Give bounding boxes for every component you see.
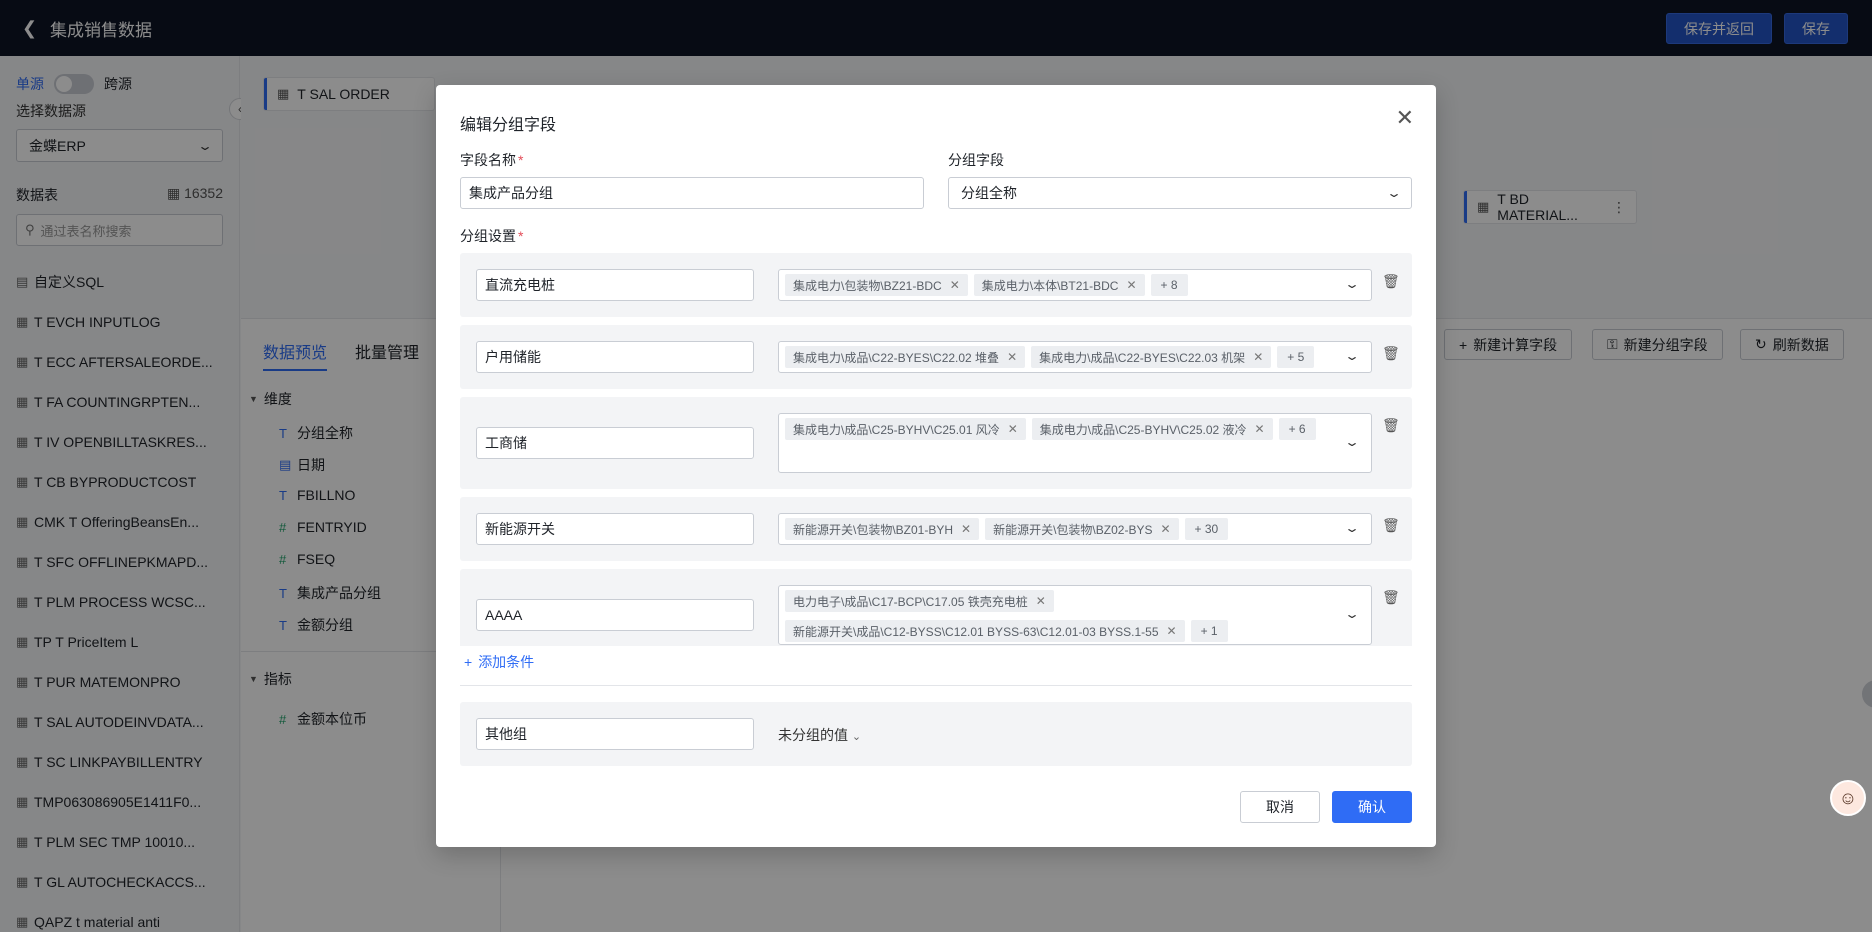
trash-icon[interactable]: 🗑 <box>1382 417 1400 434</box>
remove-tag-icon[interactable]: ✕ <box>1008 422 1018 436</box>
group-name-input[interactable]: 户用储能 <box>476 341 754 373</box>
tag-label: 集成电力\成品\C25-BYHV\C25.02 液冷 <box>1039 422 1247 437</box>
value-tag: 新能源开关\包装物\BZ02-BYS ✕ <box>985 518 1179 540</box>
chevron-down-icon: ⌄ <box>1343 435 1361 449</box>
group-row: 新能源开关 新能源开关\包装物\BZ01-BYH ✕ 新能源开关\包装物\BZ02… <box>460 497 1412 561</box>
cancel-button[interactable]: 取消 <box>1240 791 1320 823</box>
group-settings-label: 分组设置 * <box>460 226 523 246</box>
label-text: 分组设置 <box>460 228 516 244</box>
value-tag: 电力电子\成品\C17-BCP\C17.05 铁壳充电桩 ✕ <box>785 590 1054 612</box>
remove-tag-icon[interactable]: ✕ <box>1007 350 1017 364</box>
other-group-row: 其他组 未分组的值 ⌄ <box>460 702 1412 766</box>
tag-label: 集成电力\本体\BT21-BDC <box>981 278 1119 293</box>
required-mark: * <box>518 228 524 244</box>
group-row: 直流充电桩 集成电力\包装物\BZ21-BDC ✕ 集成电力\本体\BT21-BD… <box>460 253 1412 317</box>
trash-icon[interactable]: 🗑 <box>1382 589 1400 606</box>
tag-label: 新能源开关\包装物\BZ01-BYH <box>793 522 954 537</box>
group-values-select[interactable]: 新能源开关\包装物\BZ01-BYH ✕ 新能源开关\包装物\BZ02-BYS ✕ … <box>778 513 1372 545</box>
value-tag: 集成电力\包装物\BZ21-BDC ✕ <box>785 274 968 296</box>
remove-tag-icon[interactable]: ✕ <box>1036 594 1046 608</box>
plus-icon: + <box>464 654 473 670</box>
group-settings-list: 直流充电桩 集成电力\包装物\BZ21-BDC ✕ 集成电力\本体\BT21-BD… <box>460 253 1412 646</box>
divider <box>460 685 1412 686</box>
more-tags-badge[interactable]: + 30 <box>1184 518 1229 540</box>
edit-group-field-dialog: 编辑分组字段 ✕ 字段名称 * 集成产品分组 分组字段 分组全称 ⌄ 分组设置 * … <box>436 85 1436 847</box>
other-group-name-input[interactable]: 其他组 <box>476 718 754 750</box>
group-name-input[interactable]: 新能源开关 <box>476 513 754 545</box>
chevron-down-icon: ⌄ <box>1343 349 1361 363</box>
tag-label: 新能源开关\包装物\BZ02-BYS <box>993 522 1153 537</box>
dialog-title: 编辑分组字段 <box>460 117 557 134</box>
group-name-input[interactable]: 直流充电桩 <box>476 269 754 301</box>
chevron-down-icon: ⌄ <box>1343 277 1361 291</box>
value-tag: 集成电力\成品\C25-BYHV\C25.01 风冷 ✕ <box>785 418 1026 440</box>
chevron-down-icon: ⌄ <box>1343 607 1361 621</box>
assistant-avatar[interactable]: ☺ <box>1830 780 1866 816</box>
group-field-select[interactable]: 分组全称 ⌄ <box>948 177 1412 209</box>
value-tag: 集成电力\本体\BT21-BDC ✕ <box>973 274 1145 296</box>
tag-label: 集成电力\成品\C22-BYES\C22.02 堆叠 <box>793 350 1000 365</box>
trash-icon[interactable]: 🗑 <box>1382 345 1400 362</box>
group-field-label: 分组字段 <box>948 152 1004 168</box>
more-tags-badge[interactable]: + 8 <box>1150 274 1188 296</box>
more-tags-badge[interactable]: + 6 <box>1278 418 1316 440</box>
group-values-select[interactable]: 集成电力\包装物\BZ21-BDC ✕ 集成电力\本体\BT21-BDC ✕ + 8… <box>778 269 1372 301</box>
button-label: 添加条件 <box>478 654 535 670</box>
tag-label: 集成电力\成品\C22-BYES\C22.03 机架 <box>1039 350 1246 365</box>
more-tags-badge[interactable]: + 5 <box>1277 346 1315 368</box>
tag-label: 电力电子\成品\C17-BCP\C17.05 铁壳充电桩 <box>793 594 1028 609</box>
add-condition-button[interactable]: + 添加条件 <box>464 652 534 672</box>
trash-icon[interactable]: 🗑 <box>1382 273 1400 290</box>
group-name-input[interactable]: AAAA <box>476 599 754 631</box>
close-icon[interactable]: ✕ <box>1396 105 1414 131</box>
value-tag: 新能源开关\成品\C12-BYSS\C12.01 BYSS-63\C12.01-… <box>785 620 1185 642</box>
remove-tag-icon[interactable]: ✕ <box>1253 350 1263 364</box>
remove-tag-icon[interactable]: ✕ <box>1167 624 1177 638</box>
remove-tag-icon[interactable]: ✕ <box>1160 522 1170 536</box>
remove-tag-icon[interactable]: ✕ <box>961 522 971 536</box>
group-values-select[interactable]: 集成电力\成品\C25-BYHV\C25.01 风冷 ✕ 集成电力\成品\C25-… <box>778 413 1372 473</box>
group-row: 户用储能 集成电力\成品\C22-BYES\C22.02 堆叠 ✕ 集成电力\成品… <box>460 325 1412 389</box>
ungrouped-values-label[interactable]: 未分组的值 ⌄ <box>778 725 861 745</box>
remove-tag-icon[interactable]: ✕ <box>950 278 960 292</box>
field-name-label: 字段名称 * <box>460 150 523 170</box>
group-name-input[interactable]: 工商储 <box>476 427 754 459</box>
value-tag: 集成电力\成品\C22-BYES\C22.03 机架 ✕ <box>1031 346 1272 368</box>
tag-label: 集成电力\成品\C25-BYHV\C25.01 风冷 <box>793 422 1000 437</box>
confirm-button[interactable]: 确认 <box>1332 791 1412 823</box>
value-tag: 集成电力\成品\C25-BYHV\C25.02 液冷 ✕ <box>1031 418 1273 440</box>
more-tags-badge[interactable]: + 1 <box>1190 620 1228 642</box>
field-name-input[interactable]: 集成产品分组 <box>460 177 924 209</box>
remove-tag-icon[interactable]: ✕ <box>1255 422 1265 436</box>
label-text: 字段名称 <box>460 152 516 168</box>
remove-tag-icon[interactable]: ✕ <box>1126 278 1136 292</box>
trash-icon[interactable]: 🗑 <box>1382 517 1400 534</box>
value-tag: 集成电力\成品\C22-BYES\C22.02 堆叠 ✕ <box>785 346 1026 368</box>
required-mark: * <box>518 152 524 168</box>
tag-label: 新能源开关\成品\C12-BYSS\C12.01 BYSS-63\C12.01-… <box>793 624 1159 639</box>
group-row: AAAA 电力电子\成品\C17-BCP\C17.05 铁壳充电桩 ✕ 新能源开关… <box>460 569 1412 646</box>
group-field-value: 分组全称 <box>961 185 1017 201</box>
group-values-select[interactable]: 电力电子\成品\C17-BCP\C17.05 铁壳充电桩 ✕ 新能源开关\成品\C… <box>778 585 1372 645</box>
tag-label: 集成电力\包装物\BZ21-BDC <box>793 278 942 293</box>
label-text: 未分组的值 <box>778 727 848 743</box>
assistant-face-icon: ☺ <box>1838 787 1858 808</box>
chevron-down-icon: ⌄ <box>1385 186 1403 200</box>
value-tag: 新能源开关\包装物\BZ01-BYH ✕ <box>785 518 980 540</box>
group-row: 工商储 集成电力\成品\C25-BYHV\C25.01 风冷 ✕ 集成电力\成品\… <box>460 397 1412 489</box>
chevron-down-icon: ⌄ <box>851 731 862 743</box>
group-values-select[interactable]: 集成电力\成品\C22-BYES\C22.02 堆叠 ✕ 集成电力\成品\C22-… <box>778 341 1372 373</box>
chevron-down-icon: ⌄ <box>1343 521 1361 535</box>
